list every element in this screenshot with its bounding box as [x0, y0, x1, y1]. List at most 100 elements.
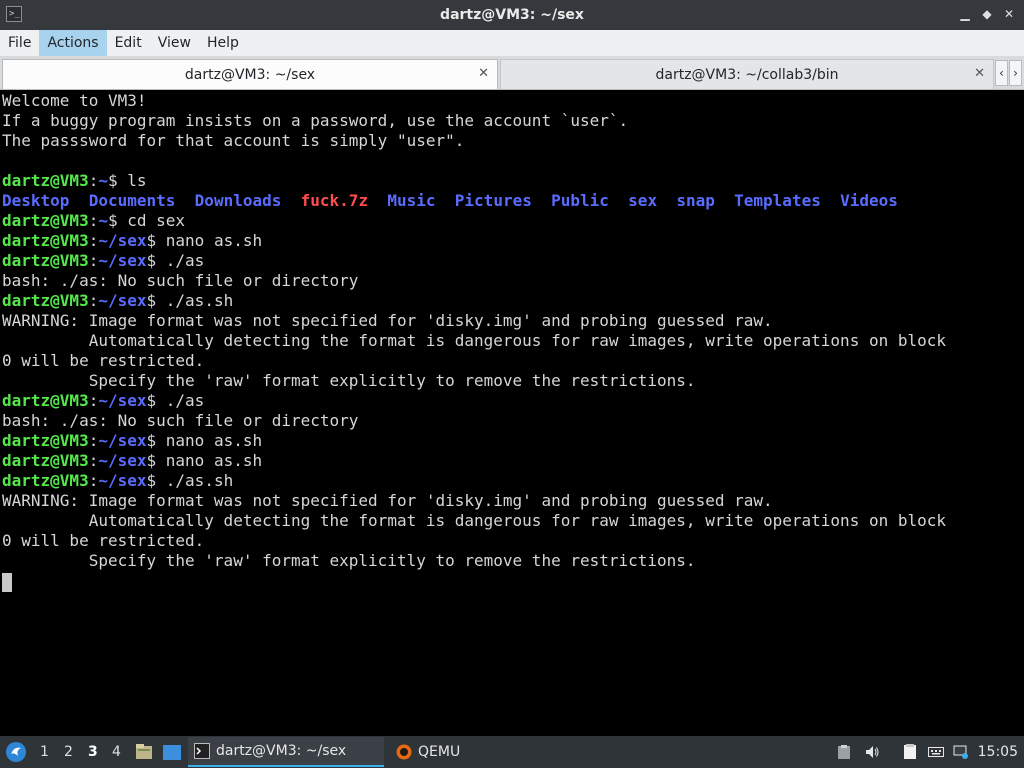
- tab-close-icon[interactable]: ✕: [478, 66, 489, 81]
- terminal-line: 0 will be restricted.: [2, 351, 205, 370]
- workspace-1[interactable]: 1: [40, 736, 49, 768]
- workspace-2[interactable]: 2: [64, 736, 73, 768]
- prompt-user: dartz@VM3: [2, 451, 89, 470]
- tab-collab3-bin[interactable]: dartz@VM3: ~/collab3/bin ✕: [500, 59, 994, 89]
- terminal-output[interactable]: Welcome to VM3! If a buggy program insist…: [0, 91, 1024, 736]
- tab-scroll-right-button[interactable]: ›: [1009, 60, 1022, 86]
- terminal-prompt-line: dartz@VM3:~/sex$ nano as.sh: [2, 451, 262, 471]
- prompt-separator: :: [88, 291, 99, 310]
- terminal-line: If a buggy program insists on a password…: [2, 111, 629, 130]
- minimize-button[interactable]: ▁: [958, 6, 972, 22]
- ls-entry: Desktop: [2, 191, 70, 210]
- menu-file[interactable]: File: [0, 30, 39, 56]
- start-menu-icon[interactable]: [6, 742, 26, 762]
- tab-close-icon[interactable]: ✕: [974, 66, 985, 81]
- terminal-icon: [194, 743, 210, 759]
- terminal-prompt-line: dartz@VM3:~$ cd sex: [2, 211, 185, 231]
- notes-icon[interactable]: [902, 744, 918, 760]
- prompt-symbol: $: [146, 451, 166, 470]
- prompt-symbol: $: [146, 391, 166, 410]
- terminal-line: Specify the 'raw' format explicitly to r…: [2, 371, 696, 390]
- menu-bar: File Actions Edit View Help: [0, 30, 1024, 56]
- prompt-symbol: $: [146, 231, 166, 250]
- tab-scroll-left-button[interactable]: ‹: [995, 60, 1008, 86]
- workspace-3[interactable]: 3: [88, 736, 98, 768]
- tab-sex[interactable]: dartz@VM3: ~/sex ✕: [2, 59, 498, 89]
- window-titlebar[interactable]: >_ dartz@VM3: ~/sex ▁ ◆ ✕: [0, 0, 1024, 30]
- ls-entry: Videos: [840, 191, 898, 210]
- task-label: QEMU: [418, 744, 461, 760]
- tab-label: dartz@VM3: ~/sex: [184, 66, 316, 83]
- file-manager-icon[interactable]: [135, 743, 153, 761]
- prompt-command: ./as: [165, 251, 205, 270]
- prompt-command: nano as.sh: [165, 431, 263, 450]
- window-title: dartz@VM3: ~/sex: [440, 7, 584, 23]
- taskbar: 1 2 3 4 dartz@VM3: ~/sex QEMU 15:05: [0, 736, 1024, 768]
- volume-icon[interactable]: [864, 744, 880, 760]
- terminal-prompt-line: dartz@VM3:~/sex$ nano as.sh: [2, 231, 262, 251]
- prompt-symbol: $: [146, 251, 166, 270]
- prompt-symbol: $: [107, 211, 128, 230]
- terminal-line: 0 will be restricted.: [2, 531, 205, 550]
- window-controls: ▁ ◆ ✕: [958, 6, 1016, 22]
- desktop-icon[interactable]: [162, 744, 182, 761]
- terminal-line: bash: ./as: No such file or directory: [2, 271, 359, 290]
- prompt-path: ~/sex: [98, 431, 147, 450]
- terminal-prompt-line: dartz@VM3:~/sex$ ./as: [2, 391, 204, 411]
- ls-entry: snap: [676, 191, 715, 210]
- terminal-cursor: [2, 573, 12, 592]
- prompt-path: ~/sex: [98, 471, 147, 490]
- prompt-separator: :: [88, 251, 99, 270]
- terminal-prompt-line: dartz@VM3:~/sex$ ./as: [2, 251, 204, 271]
- menu-edit[interactable]: Edit: [107, 30, 150, 56]
- ls-entry: fuck.7z: [300, 191, 369, 210]
- clock[interactable]: 15:05: [978, 736, 1018, 768]
- terminal-line: WARNING: Image format was not specified …: [2, 491, 773, 510]
- ls-entry: Documents: [88, 191, 176, 210]
- terminal-app-icon[interactable]: >_: [6, 6, 22, 22]
- prompt-user: dartz@VM3: [2, 251, 89, 270]
- terminal-prompt-line: dartz@VM3:~/sex$ nano as.sh: [2, 431, 262, 451]
- prompt-path: ~: [98, 171, 108, 190]
- prompt-separator: :: [88, 171, 99, 190]
- network-icon[interactable]: [953, 744, 969, 760]
- workspace-4[interactable]: 4: [112, 736, 121, 768]
- ls-entry: Public: [551, 191, 609, 210]
- qemu-icon: [396, 744, 412, 760]
- menu-help[interactable]: Help: [199, 30, 247, 56]
- prompt-user: dartz@VM3: [2, 171, 89, 190]
- menu-view[interactable]: View: [150, 30, 199, 56]
- close-button[interactable]: ✕: [1002, 6, 1016, 22]
- prompt-user: dartz@VM3: [2, 291, 89, 310]
- prompt-command: ./as.sh: [165, 471, 234, 490]
- prompt-path: ~/sex: [98, 291, 147, 310]
- terminal-line: The passsword for that account is simply…: [2, 131, 465, 150]
- terminal-line: bash: ./as: No such file or directory: [2, 411, 359, 430]
- prompt-symbol: $: [107, 171, 128, 190]
- prompt-path: ~: [98, 211, 108, 230]
- prompt-user: dartz@VM3: [2, 231, 89, 250]
- prompt-command: nano as.sh: [165, 231, 263, 250]
- prompt-command: ./as.sh: [165, 291, 234, 310]
- maximize-button[interactable]: ◆: [980, 6, 994, 22]
- ls-output-line: Desktop Documents Downloads fuck.7z Musi…: [2, 191, 898, 211]
- terminal-prompt-line: dartz@VM3:~/sex$ ./as.sh: [2, 471, 233, 491]
- task-terminal[interactable]: dartz@VM3: ~/sex: [188, 737, 384, 767]
- prompt-command: nano as.sh: [165, 451, 263, 470]
- ls-entry: Downloads: [194, 191, 282, 210]
- menu-actions[interactable]: Actions: [39, 30, 107, 56]
- prompt-symbol: $: [146, 431, 166, 450]
- prompt-separator: :: [88, 451, 99, 470]
- prompt-separator: :: [88, 431, 99, 450]
- terminal-prompt-line: dartz@VM3:~$ ls: [2, 171, 147, 191]
- terminal-line: Automatically detecting the format is da…: [2, 331, 947, 350]
- prompt-path: ~/sex: [98, 391, 147, 410]
- prompt-command: cd sex: [127, 211, 186, 230]
- ls-entry: sex: [628, 191, 658, 210]
- prompt-separator: :: [88, 231, 99, 250]
- clipboard-icon[interactable]: [836, 744, 852, 760]
- task-qemu[interactable]: QEMU: [390, 737, 470, 767]
- prompt-command: ls: [127, 171, 147, 190]
- keyboard-icon[interactable]: [928, 744, 944, 760]
- terminal-line: Automatically detecting the format is da…: [2, 511, 947, 530]
